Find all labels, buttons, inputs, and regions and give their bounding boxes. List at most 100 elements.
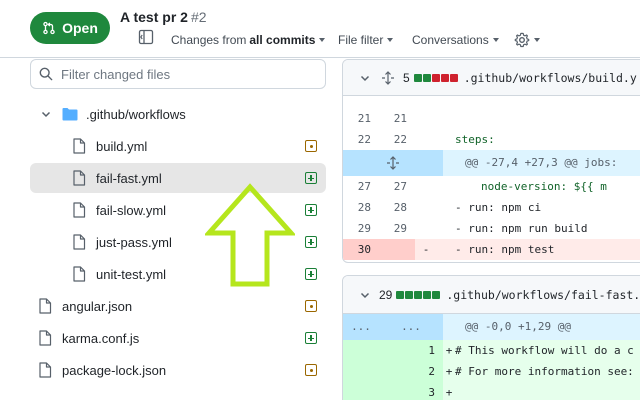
tree-file-label: karma.conf.js	[62, 330, 140, 346]
diff-sign	[415, 197, 437, 218]
tree-file-fail-fast-yml[interactable]: fail-fast.yml	[30, 163, 326, 193]
diff-row-added: 3 +	[343, 382, 640, 400]
gear-icon	[514, 32, 530, 48]
diff-file-build-yml: 5 .github/workflows/build.y 21 21 22 22 …	[342, 59, 640, 263]
tree-file-package-lock-json[interactable]: package-lock.json	[30, 355, 326, 385]
chevron-down-icon	[41, 111, 51, 118]
old-line-number: 22	[357, 133, 371, 146]
tree-file-label: unit-test.yml	[96, 266, 167, 282]
chevron-down-icon	[492, 38, 499, 42]
chevron-down-icon[interactable]	[359, 289, 371, 301]
pr-state-label: Open	[62, 20, 98, 36]
tree-file-label: fail-slow.yml	[96, 202, 167, 218]
search-icon	[39, 67, 53, 81]
new-line-number: 22	[393, 133, 407, 146]
tree-file-angular-json[interactable]: angular.json	[30, 291, 326, 321]
tree-file-just-pass-yml[interactable]: just-pass.yml	[30, 227, 326, 257]
tree-file-fail-slow-yml[interactable]: fail-slow.yml	[30, 195, 326, 225]
file-added-icon	[305, 268, 317, 280]
expand-icon[interactable]	[381, 70, 395, 85]
tree-file-label: angular.json	[62, 298, 133, 314]
diff-sign: +	[445, 344, 453, 357]
pr-header: Open A test pr 2 #2 Changes from all comm…	[0, 0, 640, 58]
file-icon	[39, 330, 52, 346]
chevron-down-icon	[534, 38, 540, 42]
new-line-number	[379, 239, 415, 260]
diff-sign: +	[445, 365, 453, 378]
expand-icon	[387, 156, 399, 170]
diff-file-path: .github/workflows/fail-fast.	[446, 287, 640, 302]
search-input[interactable]	[61, 66, 311, 82]
diff-code: - run: npm ci	[455, 201, 542, 214]
tree-file-karma-conf-js[interactable]: karma.conf.js	[30, 323, 326, 353]
sidebar-toggle-icon[interactable]	[138, 29, 154, 45]
diff-code: node-version: ${{ m	[481, 180, 607, 193]
expand-up-button[interactable]: ...	[343, 314, 379, 340]
diff-row: 21 21	[343, 108, 640, 129]
expand-hunk-button[interactable]	[343, 150, 443, 176]
tree-file-unit-test-yml[interactable]: unit-test.yml	[30, 259, 326, 289]
diff-code: # This workflow will do a c	[455, 344, 634, 357]
file-icon	[73, 202, 86, 218]
pr-title-text: A test pr 2	[120, 9, 188, 25]
old-line-number: 28	[357, 201, 371, 214]
settings-dropdown[interactable]	[514, 31, 546, 49]
file-modified-icon	[305, 140, 317, 152]
tree-file-label: build.yml	[96, 138, 148, 154]
tree-file-label: fail-fast.yml	[96, 170, 162, 186]
diff-row: 29 29 - run: npm run build	[343, 218, 640, 239]
old-line-number: 30	[343, 239, 379, 260]
diff-row: 22 22 steps:	[343, 129, 640, 150]
new-line-number: 28	[393, 201, 407, 214]
diff-hunk-header[interactable]: ... ... @@ -0,0 +1,29 @@	[343, 314, 640, 340]
diff-file-path: .github/workflows/build.y	[463, 70, 637, 85]
diff-row-partial	[343, 96, 640, 108]
pr-state-badge: Open	[30, 12, 110, 44]
file-filter-dropdown[interactable]: File filter	[338, 33, 394, 47]
file-added-icon	[305, 204, 317, 216]
diffstat-bars	[396, 290, 441, 299]
tree-file-build-yml[interactable]: build.yml	[30, 131, 326, 161]
pr-title: A test pr 2 #2	[120, 9, 207, 25]
file-modified-icon	[305, 364, 317, 376]
new-line-number: 2	[379, 361, 443, 382]
file-added-icon	[305, 236, 317, 248]
diff-sign	[415, 129, 437, 150]
changes-from-label: Changes from	[171, 33, 247, 47]
file-icon	[39, 362, 52, 378]
diffstat-bars	[413, 73, 458, 82]
new-line-number: 21	[393, 112, 407, 125]
old-line-number: 29	[357, 222, 371, 235]
expand-down-button[interactable]: ...	[379, 314, 443, 340]
diff-file-header[interactable]: 29 .github/workflows/fail-fast.	[343, 276, 640, 314]
diff-change-count: 5	[403, 70, 410, 85]
diff-file-header[interactable]: 5 .github/workflows/build.y	[343, 60, 640, 96]
diff-row-added: 1 + # This workflow will do a c	[343, 340, 640, 361]
file-icon	[39, 298, 52, 314]
new-line-number: 1	[379, 340, 443, 361]
diff-sign	[415, 218, 437, 239]
conversations-dropdown[interactable]: Conversations	[412, 33, 499, 47]
tree-folder-label: .github/workflows	[86, 106, 186, 122]
file-filter-label: File filter	[338, 33, 384, 47]
diff-row: 28 28 - run: npm ci	[343, 197, 640, 218]
changes-from-dropdown[interactable]: Changes from all commits	[171, 33, 326, 47]
diff-sign	[415, 176, 437, 197]
diff-hunk-header[interactable]: @@ -27,4 +27,3 @@ jobs:	[343, 150, 640, 176]
tree-folder-workflows[interactable]: .github/workflows	[30, 99, 326, 129]
chevron-down-icon[interactable]	[359, 72, 371, 84]
diff-code: # For more information see:	[455, 365, 634, 378]
file-filter-search[interactable]	[30, 59, 326, 89]
folder-icon	[62, 108, 78, 121]
diff-sign: +	[445, 386, 453, 399]
chevron-down-icon	[319, 38, 326, 42]
old-line-number: 21	[357, 112, 371, 125]
new-line-number: 3	[379, 382, 443, 400]
pull-request-icon	[43, 21, 55, 35]
file-modified-icon	[305, 300, 317, 312]
changes-from-value: all commits	[249, 33, 316, 47]
diff-change-count: 29	[379, 287, 393, 302]
tree-file-label: just-pass.yml	[96, 234, 172, 250]
diff-code: - run: npm run build	[455, 222, 588, 235]
diff-code: - run: npm test	[455, 243, 555, 256]
